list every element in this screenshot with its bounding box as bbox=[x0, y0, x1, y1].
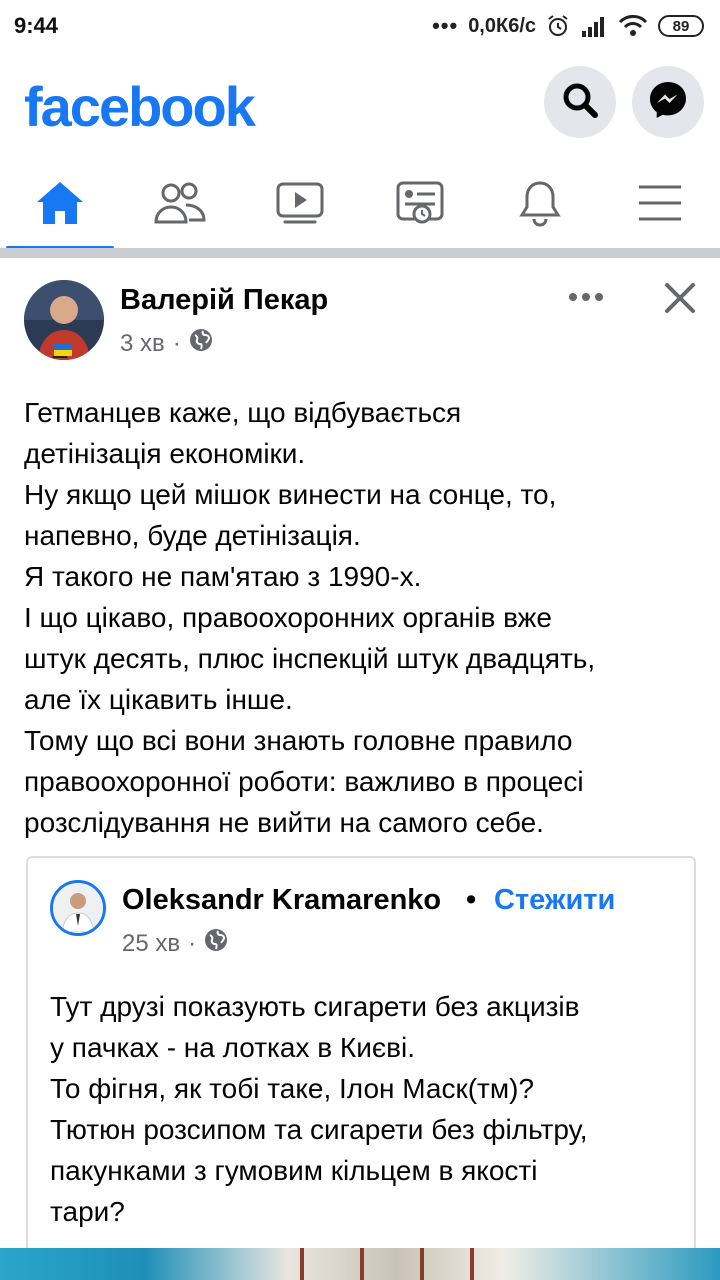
search-icon bbox=[560, 80, 600, 125]
bell-icon bbox=[517, 179, 563, 232]
shared-post-line: тари? bbox=[50, 1196, 125, 1227]
messenger-icon bbox=[647, 79, 689, 126]
shared-post-line: у пачках - на лотках в Києві. bbox=[50, 1032, 416, 1063]
post-line: Гетманцев каже, що відбувається bbox=[24, 397, 462, 428]
meta-separator: · bbox=[188, 929, 197, 957]
post-line: Тому що всі вони знають головне правило bbox=[24, 725, 573, 756]
post-line: напевно, буде детінізація. bbox=[24, 520, 361, 551]
facebook-logo[interactable]: facebook bbox=[24, 74, 256, 139]
tab-watch[interactable] bbox=[240, 160, 360, 250]
post-meta: 3 хв · bbox=[120, 328, 213, 359]
notification-dots: ••• bbox=[432, 13, 459, 38]
friends-icon bbox=[153, 180, 207, 231]
shared-post-line: пакунками з гумовим кільцем в якості bbox=[50, 1155, 538, 1186]
post-more-button[interactable] bbox=[560, 278, 612, 318]
status-bar: 9:44 ••• 0,0К6/с 89 bbox=[0, 0, 720, 52]
wifi-icon bbox=[618, 15, 648, 37]
tab-news[interactable] bbox=[360, 160, 480, 250]
feed-post: Валерій Пекар 3 хв · Гетманцев каже, що … bbox=[0, 258, 720, 1280]
feed-divider bbox=[0, 248, 720, 258]
shared-post-meta: 25 хв · bbox=[122, 928, 228, 959]
menu-icon bbox=[636, 183, 684, 228]
post-author-name[interactable]: Валерій Пекар bbox=[120, 284, 328, 317]
post-line: І що цікаво, правоохоронних органів вже bbox=[24, 602, 552, 633]
shared-post-card[interactable]: Oleksandr Kramarenko • Стежити 25 хв · Т… bbox=[26, 856, 696, 1280]
shared-post-time[interactable]: 25 хв bbox=[122, 930, 180, 958]
post-line: розслідування не вийти на самого себе. bbox=[24, 807, 544, 838]
tab-notifications[interactable] bbox=[480, 160, 600, 250]
news-icon bbox=[395, 180, 445, 231]
alarm-icon bbox=[546, 14, 570, 38]
status-icons: ••• 0,0К6/с 89 bbox=[432, 13, 704, 39]
post-line: штук десять, плюс інспекцій штук двадцят… bbox=[24, 643, 596, 674]
shared-post-photo[interactable] bbox=[0, 1248, 720, 1280]
main-nav bbox=[0, 160, 720, 250]
tab-friends[interactable] bbox=[120, 160, 240, 250]
follow-button[interactable]: Стежити bbox=[494, 884, 615, 917]
hide-post-button[interactable] bbox=[656, 276, 704, 324]
shared-post-line: То фігня, як тобі таке, Ілон Маск(тм)? bbox=[50, 1073, 535, 1104]
shared-author-avatar[interactable] bbox=[50, 880, 106, 936]
post-body: Гетманцев каже, що відбувається детініза… bbox=[24, 392, 704, 843]
globe-icon bbox=[204, 928, 228, 959]
watch-icon bbox=[275, 181, 325, 230]
messenger-button[interactable] bbox=[632, 66, 704, 138]
meta-separator: · bbox=[172, 329, 181, 357]
post-line: детінізація економіки. bbox=[24, 438, 306, 469]
follow-separator: • bbox=[466, 884, 477, 916]
author-avatar[interactable] bbox=[24, 280, 104, 360]
search-button[interactable] bbox=[544, 66, 616, 138]
shared-post-line: Тютюн розсипом та сигарети без фільтру, bbox=[50, 1114, 588, 1145]
shared-post-line: Тут друзі показують сигарети без акцизів bbox=[50, 991, 580, 1022]
post-line: Ну якщо цей мішок винести на сонце, то, bbox=[24, 479, 557, 510]
signal-icon bbox=[580, 15, 608, 37]
more-icon bbox=[568, 289, 604, 307]
home-icon bbox=[34, 179, 86, 232]
post-line: правоохоронної роботи: важливо в процесі bbox=[24, 766, 584, 797]
shared-post-body: Тут друзі показують сигарети без акцизів… bbox=[50, 986, 690, 1232]
globe-icon bbox=[189, 328, 213, 359]
post-time[interactable]: 3 хв bbox=[120, 330, 165, 358]
tab-menu[interactable] bbox=[600, 160, 720, 250]
tab-home[interactable] bbox=[0, 160, 120, 250]
shared-author-name[interactable]: Oleksandr Kramarenko bbox=[122, 884, 441, 917]
post-line: Я такого не пам'ятаю з 1990-х. bbox=[24, 561, 422, 592]
status-time: 9:44 bbox=[14, 13, 59, 38]
battery-icon: 89 bbox=[658, 15, 704, 37]
network-speed: 0,0К6/с bbox=[468, 14, 536, 37]
app-header: facebook bbox=[0, 52, 720, 160]
post-line: але їх цікавить інше. bbox=[24, 684, 293, 715]
close-icon bbox=[664, 282, 696, 319]
